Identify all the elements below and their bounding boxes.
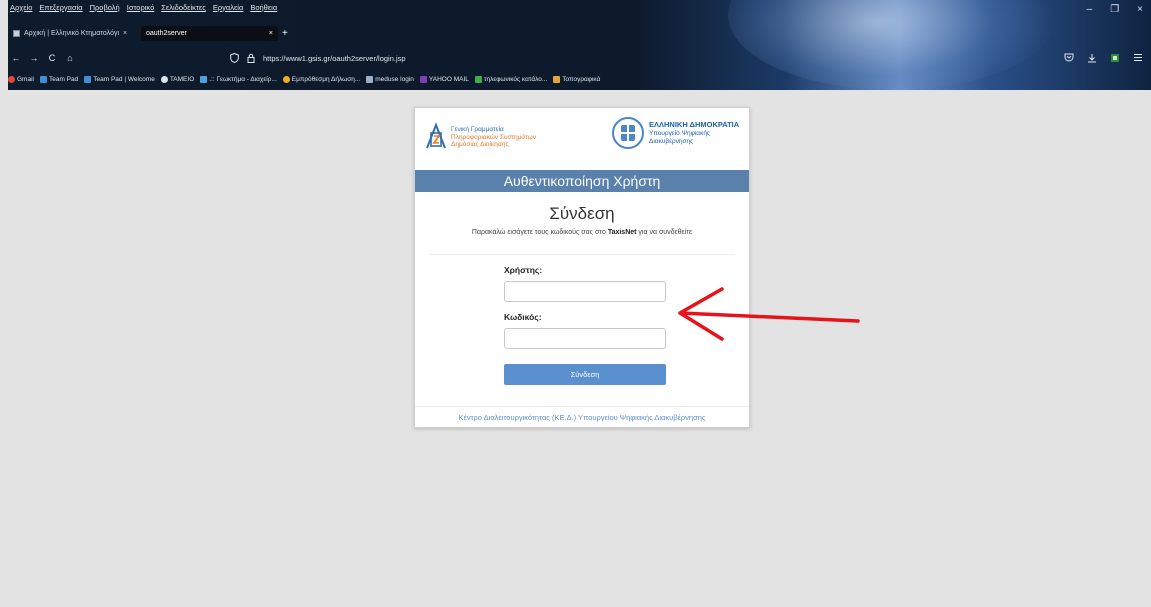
url-bar[interactable]: https://www1.gsis.gr/oauth2server/login.… [230,53,406,63]
bookmark-label: meduse login [375,75,414,83]
forward-button[interactable]: → [26,53,42,63]
bookmark-tameio[interactable]: TAMEIO [160,75,195,83]
download-icon[interactable] [1087,53,1097,63]
ktimatologio-favicon-icon [13,30,20,37]
bookmark-label: Team Pad [48,75,79,83]
instructions-before: Παρακαλώ εισάγετε τους κωδικούς σας στο [471,229,608,236]
bookmark-label: YAHOO MAIL [428,75,469,83]
globe-icon [160,75,168,83]
bookmark-label: Gmail [17,75,34,83]
reload-button[interactable]: C [44,53,60,63]
close-window-button[interactable]: × [1137,4,1143,15]
username-label: Χρήστης: [504,265,543,275]
meduse-icon [366,75,374,83]
tab-label: oauth2server [146,30,187,37]
maximize-button[interactable]: ❐ [1110,4,1119,15]
lock-icon [247,53,255,63]
bookmark-phone-directory[interactable]: τηλεφωνικός κατάλο... [474,75,548,83]
minimize-button[interactable]: – [1087,4,1093,15]
shield-icon[interactable] [230,53,239,63]
geoktima-icon [200,75,208,83]
menu-tools[interactable]: Εργαλεία [213,3,243,17]
username-input[interactable] [504,281,666,302]
bookmark-label: Τοπογραφικά [562,75,601,83]
menu-edit[interactable]: Επεξεργασία [39,3,82,17]
phone-directory-icon [474,75,482,83]
hellenic-seal-icon [612,117,644,149]
instructions-after: για να συνδεθείτε [636,229,693,236]
gsis-logo: Γενική Γραμματεία Πληροφοριακών Συστημάτ… [425,122,536,150]
tab-close-icon[interactable]: × [123,30,127,37]
bookmark-label: Team Pad | Welcome [93,75,155,83]
gsis-logo-icon [426,122,446,149]
tab-label: Αρχική | Ελληνικό Κτηματολόγι [24,30,120,37]
tab-close-icon[interactable]: × [269,30,273,37]
bookmark-label: Εμπρόθεσμη Δήλωση... [291,75,361,83]
window-controls: – ❐ × [1087,4,1143,15]
yahoo-mail-icon [419,75,427,83]
bookmark-yahoo-mail[interactable]: YAHOO MAIL [419,75,469,83]
tab-oauth2server[interactable]: oauth2server × [141,26,278,41]
menu-bookmarks[interactable]: Σελιδοδείκτες [161,3,206,17]
menu-file[interactable]: Αρχείο [10,3,32,17]
emprothesmi-icon [282,75,290,83]
hellenic-republic-title: ΕΛΛΗΝΙΚΗ ΔΗΜΟΚΡΑΤΙΑ [649,120,740,129]
gsis-line1: Γενική Γραμματεία [451,126,504,133]
gmail-icon [8,75,15,83]
bookmark-label: .:: Γεωκτήμα - Διαχείρ... [209,75,277,83]
topografika-icon [553,75,561,83]
menu-help[interactable]: Βοήθεια [250,3,277,17]
home-button[interactable]: ⌂ [62,53,78,63]
login-instructions: Παρακαλώ εισάγετε τους κωδικούς σας στο … [415,229,749,236]
taxisnet-label: TaxisNet [607,229,637,236]
bookmark-label: TAMEIO [169,75,195,83]
hellenic-republic-logo: ΕΛΛΗΝΙΚΗ ΔΗΜΟΚΡΑΤΙΑ Υπουργείο Ψηφιακής Δ… [611,116,739,150]
toolbar-right-icons [1064,53,1143,63]
new-tab-button[interactable]: + [282,28,288,39]
menu-view[interactable]: Προβολή [90,3,120,17]
login-heading: Σύνδεση [549,204,615,223]
browser-chrome: Αρχείο Επεξεργασία Προβολή Ιστορικό Σελι… [8,0,1151,90]
pocket-icon[interactable] [1064,53,1074,62]
menu-history[interactable]: Ιστορικό [127,3,155,17]
divider [429,254,735,255]
bookmarks-bar: Gmail Team Pad Team Pad | Welcome TAMEIO… [8,73,600,85]
hellenic-republic-text: ΕΛΛΗΝΙΚΗ ΔΗΜΟΚΡΑΤΙΑ Υπουργείο Ψηφιακής Δ… [649,120,739,150]
ministry-line2: Διακυβέρνησης [649,137,694,145]
gsis-text: Γενική Γραμματεία Πληροφοριακών Συστημάτ… [451,126,536,150]
login-button[interactable]: Σύνδεση [504,364,666,385]
bookmark-topografika[interactable]: Τοπογραφικά [553,75,601,83]
tab-ktimatologio[interactable]: Αρχική | Ελληνικό Κτηματολόγι × [8,26,141,41]
bookmark-gmail[interactable]: Gmail [8,75,34,83]
ministry-line1: Υπουργείο Ψηφιακής [649,130,711,137]
tab-strip: Αρχική | Ελληνικό Κτηματολόγι × oauth2se… [8,26,288,41]
password-input[interactable] [504,328,666,349]
bookmark-team-pad-welcome[interactable]: Team Pad | Welcome [84,75,155,83]
footer-link[interactable]: Κέντρο Διαλειτουργικότητας (ΚΕ.Δ.) Υπουρ… [415,406,749,427]
extension-icon[interactable] [1110,53,1120,63]
menu-bar: Αρχείο Επεξεργασία Προβολή Ιστορικό Σελι… [10,3,277,17]
header-logos: Γενική Γραμματεία Πληροφοριακών Συστημάτ… [415,108,749,170]
auth-title-bar: Αυθεντικοποίηση Χρήστη [415,170,749,192]
navigation-bar: ← → C ⌂ https://www1.gsis.gr/oauth2serve… [8,49,768,67]
bookmark-label: τηλεφωνικός κατάλο... [483,75,548,83]
back-button[interactable]: ← [8,53,24,63]
annotation-arrow-icon [678,287,860,341]
bookmark-geoktima[interactable]: .:: Γεωκτήμα - Διαχείρ... [200,75,277,83]
bookmark-emprothesmi[interactable]: Εμπρόθεσμη Δήλωση... [282,75,361,83]
bookmark-team-pad[interactable]: Team Pad [39,75,79,83]
url-text[interactable]: https://www1.gsis.gr/oauth2server/login.… [263,54,406,63]
gsis-line2: Πληροφοριακών Συστημάτων [451,133,536,141]
team-pad-icon [84,75,92,83]
team-pad-icon [39,75,47,83]
bookmark-meduse[interactable]: meduse login [366,75,414,83]
gsis-line3: Δημόσιας Διοίκησης [451,141,509,148]
login-card: Γενική Γραμματεία Πληροφοριακών Συστημάτ… [414,107,750,428]
menu-icon[interactable] [1133,53,1143,62]
